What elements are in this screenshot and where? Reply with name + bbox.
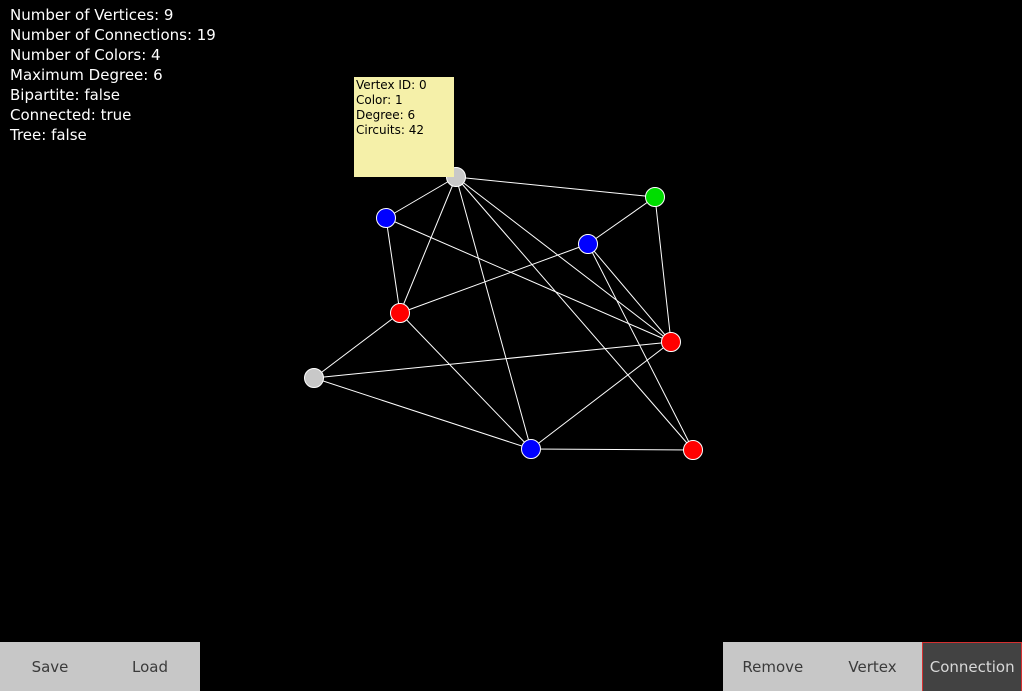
load-button[interactable]: Load	[100, 642, 200, 691]
vertex-3[interactable]	[578, 234, 598, 254]
edge-4-6[interactable]	[313, 312, 401, 379]
stat-max-degree: Maximum Degree: 6	[10, 66, 163, 84]
stat-bipartite: Bipartite: false	[10, 86, 121, 104]
tooltip-degree: Degree: 6	[356, 108, 416, 122]
edge-0-2[interactable]	[455, 176, 656, 198]
file-toolbar: Save Load	[0, 642, 200, 691]
vertices-layer	[304, 167, 703, 460]
edge-3-5[interactable]	[587, 243, 672, 343]
edge-4-7[interactable]	[399, 312, 532, 450]
tooltip-vertex-id: Vertex ID: 0	[356, 78, 427, 92]
edge-2-5[interactable]	[654, 196, 672, 343]
vertex-1[interactable]	[376, 208, 396, 228]
edges-layer	[313, 176, 694, 451]
stat-connection-count: Number of Connections: 19	[10, 26, 216, 44]
remove-mode-button[interactable]: Remove	[723, 642, 823, 691]
connection-mode-button[interactable]: Connection	[922, 642, 1022, 691]
edge-6-7[interactable]	[313, 377, 532, 450]
save-button[interactable]: Save	[0, 642, 100, 691]
vertex-mode-button[interactable]: Vertex	[823, 642, 923, 691]
vertex-5[interactable]	[661, 332, 681, 352]
edge-2-3[interactable]	[587, 196, 656, 245]
mode-toolbar: Remove Vertex Connection	[723, 642, 1022, 691]
vertex-2[interactable]	[645, 187, 665, 207]
vertex-8[interactable]	[683, 440, 703, 460]
edge-0-1[interactable]	[385, 176, 457, 219]
vertex-6[interactable]	[304, 368, 324, 388]
vertex-4[interactable]	[390, 303, 410, 323]
graph-editor-window: Number of Vertices: 9 Number of Connecti…	[0, 0, 1022, 691]
stat-color-count: Number of Colors: 4	[10, 46, 161, 64]
vertex-7[interactable]	[521, 439, 541, 459]
edge-5-7[interactable]	[530, 341, 672, 450]
edge-0-5[interactable]	[455, 176, 672, 343]
graph-stats-panel: Number of Vertices: 9 Number of Connecti…	[10, 5, 216, 145]
stat-connected: Connected: true	[10, 106, 132, 124]
edge-3-4[interactable]	[399, 243, 589, 314]
tooltip-circuits: Circuits: 42	[356, 123, 425, 137]
edge-7-8[interactable]	[530, 448, 694, 451]
edge-1-4[interactable]	[385, 217, 401, 314]
stat-vertex-count: Number of Vertices: 9	[10, 6, 174, 24]
stat-tree: Tree: false	[10, 126, 87, 144]
edge-5-6[interactable]	[313, 341, 672, 379]
vertex-info-tooltip: Vertex ID: 0 Color: 1 Degree: 6 Circuits…	[354, 77, 454, 177]
edge-0-7[interactable]	[455, 176, 532, 450]
tooltip-color: Color: 1	[356, 93, 403, 107]
